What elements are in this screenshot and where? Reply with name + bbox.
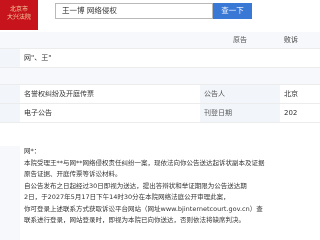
table-cell: 刊登日期 (200, 103, 280, 123)
table-cell (130, 103, 200, 123)
table-row: 电子公告 刊登日期 202 (0, 103, 320, 123)
table-cell (0, 48, 20, 68)
table-cell (130, 48, 200, 68)
table-cell (200, 48, 280, 68)
table-cell (130, 67, 200, 85)
table-cell: 败诉 (280, 32, 320, 49)
table-cell (280, 67, 320, 85)
table-row: 原告 败诉 (0, 32, 320, 49)
table-cell (130, 84, 200, 104)
table-cell (0, 67, 20, 85)
table-cell (200, 67, 280, 85)
table-cell: 原告 (200, 32, 280, 49)
table-cell (0, 84, 20, 104)
search-button[interactable]: 查一下 (213, 3, 252, 19)
logo-text: 北京市 大兴法院 (6, 6, 31, 21)
notice-line: 2日，于2027年5月17日下午14时30分在本院网络法庭公开审理此案， (24, 193, 230, 201)
notice-type: 电子公告 (20, 103, 130, 123)
table-cell: 202 (280, 103, 320, 123)
table-row (0, 67, 320, 85)
case-cause: 名誉权纠纷及开庭传票 (20, 84, 130, 104)
table-cell (0, 32, 20, 49)
table-cell: 网"、王" (20, 48, 130, 68)
notice-line: 网*： (24, 147, 41, 155)
table-cell (20, 32, 130, 49)
side-strip (0, 146, 20, 240)
case-info-table: 原告 败诉 网"、王" 名誉权纠纷及开庭传票 公告人 北京 电子公告 刊登日期 … (0, 32, 320, 123)
table-cell (130, 32, 200, 49)
notice-line: 本院受理王**与网**网络侵权责任纠纷一案，现依法向你公告送达起诉状副本及证据 (24, 158, 265, 167)
table-cell: 北京 (280, 84, 320, 104)
notice-line: 原告证据、开庭传票等诉讼材料。 (24, 170, 122, 178)
table-cell (20, 67, 130, 85)
table-row: 网"、王" (0, 48, 320, 68)
header: 北京市 大兴法院 王一博 网络侵权 查一下 (0, 0, 320, 33)
table-cell: 公告人 (200, 84, 280, 104)
table-cell (0, 103, 20, 123)
court-logo[interactable]: 北京市 大兴法院 (0, 0, 38, 30)
table-cell (280, 48, 320, 68)
page: 北京市 大兴法院 王一博 网络侵权 查一下 原告 败诉 网"、王" 名誉权纠纷及… (0, 0, 320, 240)
notice-line: 你可登录上述联系方式获取诉讼平台网站（网址www.bjinternetcourt… (24, 204, 263, 213)
notice-line: 自公告发布之日起经过30日即视为送达，提出答辩状和举证期限为公告送达期 (24, 181, 247, 190)
search-input[interactable]: 王一博 网络侵权 (55, 3, 213, 19)
table-row: 名誉权纠纷及开庭传票 公告人 北京 (0, 84, 320, 104)
notice-body: 网*： 本院受理王**与网**网络侵权责任纠纷一案，现依法向你公告送达起诉状副本… (24, 146, 320, 227)
notice-line: 联系进行登录，网站登录时，即视为本院已向你送达，否则依法将缺席判决。 (24, 216, 245, 224)
